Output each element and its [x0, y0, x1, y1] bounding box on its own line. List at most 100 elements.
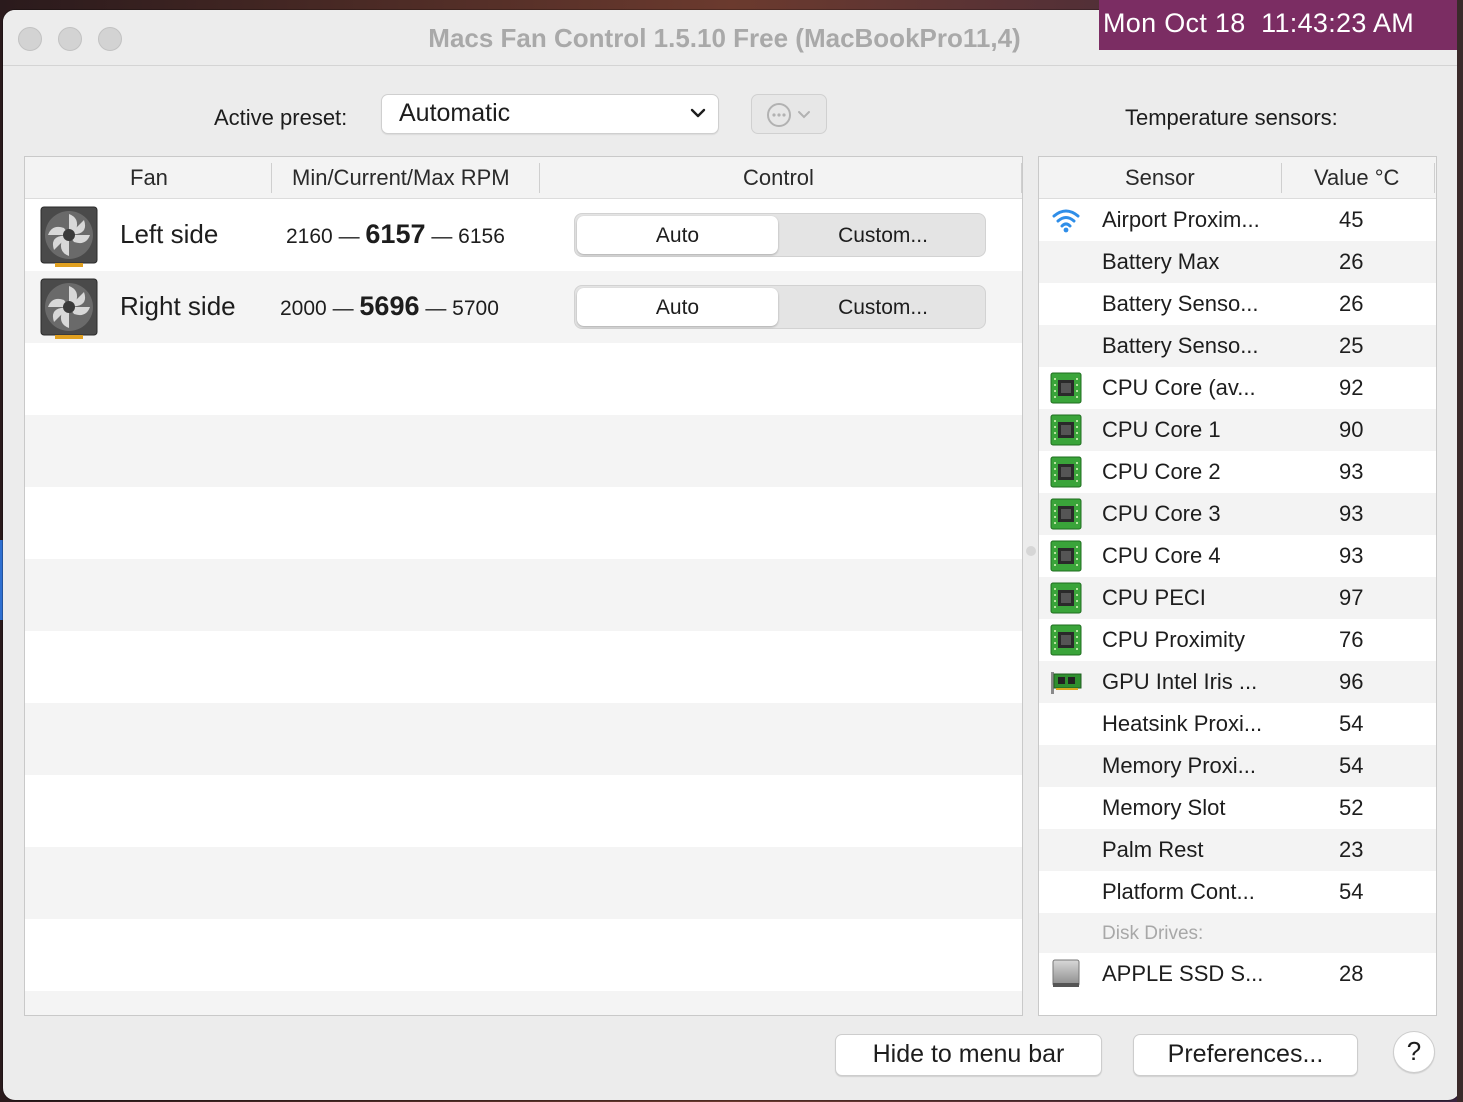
- sensor-value: 54: [1339, 879, 1364, 904]
- sensor-row[interactable]: CPU Core 3 93: [1039, 493, 1436, 535]
- rpm-max: 5700: [452, 297, 499, 320]
- column-control[interactable]: Control: [743, 165, 814, 191]
- sensor-name: Battery Senso...: [1102, 333, 1259, 358]
- fan-control-segmented: Auto Custom...: [574, 285, 986, 329]
- sensor-row[interactable]: Battery Senso... 26: [1039, 283, 1436, 325]
- help-button[interactable]: ?: [1393, 1031, 1435, 1073]
- column-fan[interactable]: Fan: [130, 165, 168, 191]
- sensor-value: 92: [1339, 375, 1364, 400]
- sensor-value: 52: [1339, 795, 1364, 820]
- cpu-chip-icon: [1050, 456, 1082, 488]
- sensor-row[interactable]: Battery Max 26: [1039, 241, 1436, 283]
- cpu-chip-icon: [1050, 582, 1082, 614]
- sensor-name: Memory Slot: [1102, 795, 1226, 820]
- sensor-name: CPU Core 4: [1102, 543, 1221, 568]
- sensor-value: 93: [1339, 459, 1364, 484]
- sensor-name: Platform Cont...: [1102, 879, 1255, 904]
- cpu-chip-icon: [1050, 414, 1082, 446]
- app-window: Macs Fan Control 1.5.10 Free (MacBookPro…: [3, 10, 1460, 1100]
- ellipsis-circle-icon: [767, 103, 810, 127]
- section-header-disk-drives: Disk Drives:: [1039, 913, 1436, 953]
- sensor-row[interactable]: Platform Cont... 54: [1039, 871, 1436, 913]
- rpm-readout: 2160 — 6157 — 6156: [286, 219, 505, 249]
- sensor-name: CPU Proximity: [1102, 627, 1246, 652]
- fan-name: Left side: [120, 219, 219, 249]
- sensor-name: CPU Core 2: [1102, 459, 1221, 484]
- cpu-chip-icon: [1050, 624, 1082, 656]
- sensor-row[interactable]: Palm Rest 23: [1039, 829, 1436, 871]
- sensor-name: CPU PECI: [1102, 585, 1206, 610]
- column-sensor[interactable]: Sensor: [1125, 165, 1195, 191]
- gpu-card-icon: [1050, 666, 1082, 698]
- menubar-clock[interactable]: Mon Oct 18 11:43:23 AM: [1099, 0, 1457, 50]
- custom-button[interactable]: Custom...: [781, 216, 985, 254]
- cpu-chip-icon: [1050, 540, 1082, 572]
- sensor-row[interactable]: Battery Senso... 25: [1039, 325, 1436, 367]
- sensor-row[interactable]: GPU Intel Iris ... 96: [1039, 661, 1436, 703]
- sensor-value: 93: [1339, 543, 1364, 568]
- rpm-min: 2000: [280, 297, 327, 320]
- sensor-value: 26: [1339, 249, 1364, 274]
- sensor-row[interactable]: CPU Core (av... 92: [1039, 367, 1436, 409]
- fan-icon: [40, 278, 98, 339]
- sensor-name: Palm Rest: [1102, 837, 1204, 862]
- sensor-value: 25: [1339, 333, 1364, 358]
- fan-icon: [40, 206, 98, 267]
- rpm-max: 6156: [458, 225, 505, 248]
- sensor-value: 90: [1339, 417, 1364, 442]
- sensor-table-header: Sensor Value °C: [1039, 157, 1436, 199]
- fan-name: Right side: [120, 291, 236, 321]
- sensor-value: 54: [1339, 711, 1364, 736]
- sensor-name: Battery Max: [1102, 249, 1220, 274]
- sensor-row[interactable]: APPLE SSD S... 28: [1039, 953, 1436, 995]
- sensor-row[interactable]: CPU Core 4 93: [1039, 535, 1436, 577]
- fan-control-segmented: Auto Custom...: [574, 213, 986, 257]
- sensor-row[interactable]: CPU PECI 97: [1039, 577, 1436, 619]
- sensor-name: Heatsink Proxi...: [1102, 711, 1263, 736]
- cpu-chip-icon: [1050, 498, 1082, 530]
- wifi-icon: [1050, 204, 1082, 236]
- column-rpm[interactable]: Min/Current/Max RPM: [292, 165, 510, 191]
- sensor-value: 23: [1339, 837, 1364, 862]
- desktop-edge: [1457, 0, 1463, 1102]
- column-value[interactable]: Value °C: [1314, 165, 1399, 191]
- sensor-row[interactable]: Heatsink Proxi... 54: [1039, 703, 1436, 745]
- sensor-value: 96: [1339, 669, 1364, 694]
- sensor-row[interactable]: CPU Core 1 90: [1039, 409, 1436, 451]
- sensor-name: Airport Proxim...: [1102, 207, 1260, 232]
- fan-row-left-side[interactable]: Left side 2160 — 6157 — 6156 Auto Custom…: [25, 199, 1022, 271]
- preferences-button[interactable]: Preferences...: [1133, 1034, 1358, 1076]
- section-label: Disk Drives:: [1102, 923, 1204, 944]
- sensor-row[interactable]: Memory Slot 52: [1039, 787, 1436, 829]
- fan-table-header: Fan Min/Current/Max RPM Control: [25, 157, 1022, 199]
- auto-button[interactable]: Auto: [577, 288, 778, 326]
- sensor-row[interactable]: Airport Proxim... 45: [1039, 199, 1436, 241]
- preset-value: Automatic: [399, 99, 511, 127]
- sensor-name: Memory Proxi...: [1102, 753, 1257, 778]
- hide-to-menu-bar-button[interactable]: Hide to menu bar: [835, 1034, 1102, 1076]
- active-preset-label: Active preset:: [214, 105, 348, 130]
- rpm-min: 2160: [286, 225, 333, 248]
- custom-button[interactable]: Custom...: [781, 288, 985, 326]
- sensor-name: GPU Intel Iris ...: [1102, 669, 1258, 694]
- sensor-value: 28: [1339, 961, 1364, 986]
- preset-dropdown[interactable]: Automatic: [381, 94, 719, 134]
- temperature-sensors-label: Temperature sensors:: [1125, 105, 1338, 130]
- sensor-row[interactable]: Memory Proxi... 54: [1039, 745, 1436, 787]
- more-options-button[interactable]: [751, 94, 827, 134]
- sensor-value: 26: [1339, 291, 1364, 316]
- auto-button[interactable]: Auto: [577, 216, 778, 254]
- chevron-down-icon: [690, 108, 706, 118]
- sensor-value: 76: [1339, 627, 1364, 652]
- sensor-name: CPU Core (av...: [1102, 375, 1256, 400]
- sensor-value: 54: [1339, 753, 1364, 778]
- split-view-handle[interactable]: [1026, 546, 1036, 556]
- sensor-row[interactable]: CPU Proximity 76: [1039, 619, 1436, 661]
- sensor-table: Sensor Value °C Airport Proxim... 45 Batte…: [1038, 156, 1437, 1016]
- fan-table: Fan Min/Current/Max RPM Control Left sid…: [24, 156, 1023, 1016]
- sensor-value: 97: [1339, 585, 1364, 610]
- sensor-row[interactable]: CPU Core 2 93: [1039, 451, 1436, 493]
- rpm-readout: 2000 — 5696 — 5700: [280, 291, 499, 321]
- fan-row-right-side[interactable]: Right side 2000 — 5696 — 5700 Auto Custo…: [25, 271, 1022, 343]
- sensor-name: CPU Core 3: [1102, 501, 1221, 526]
